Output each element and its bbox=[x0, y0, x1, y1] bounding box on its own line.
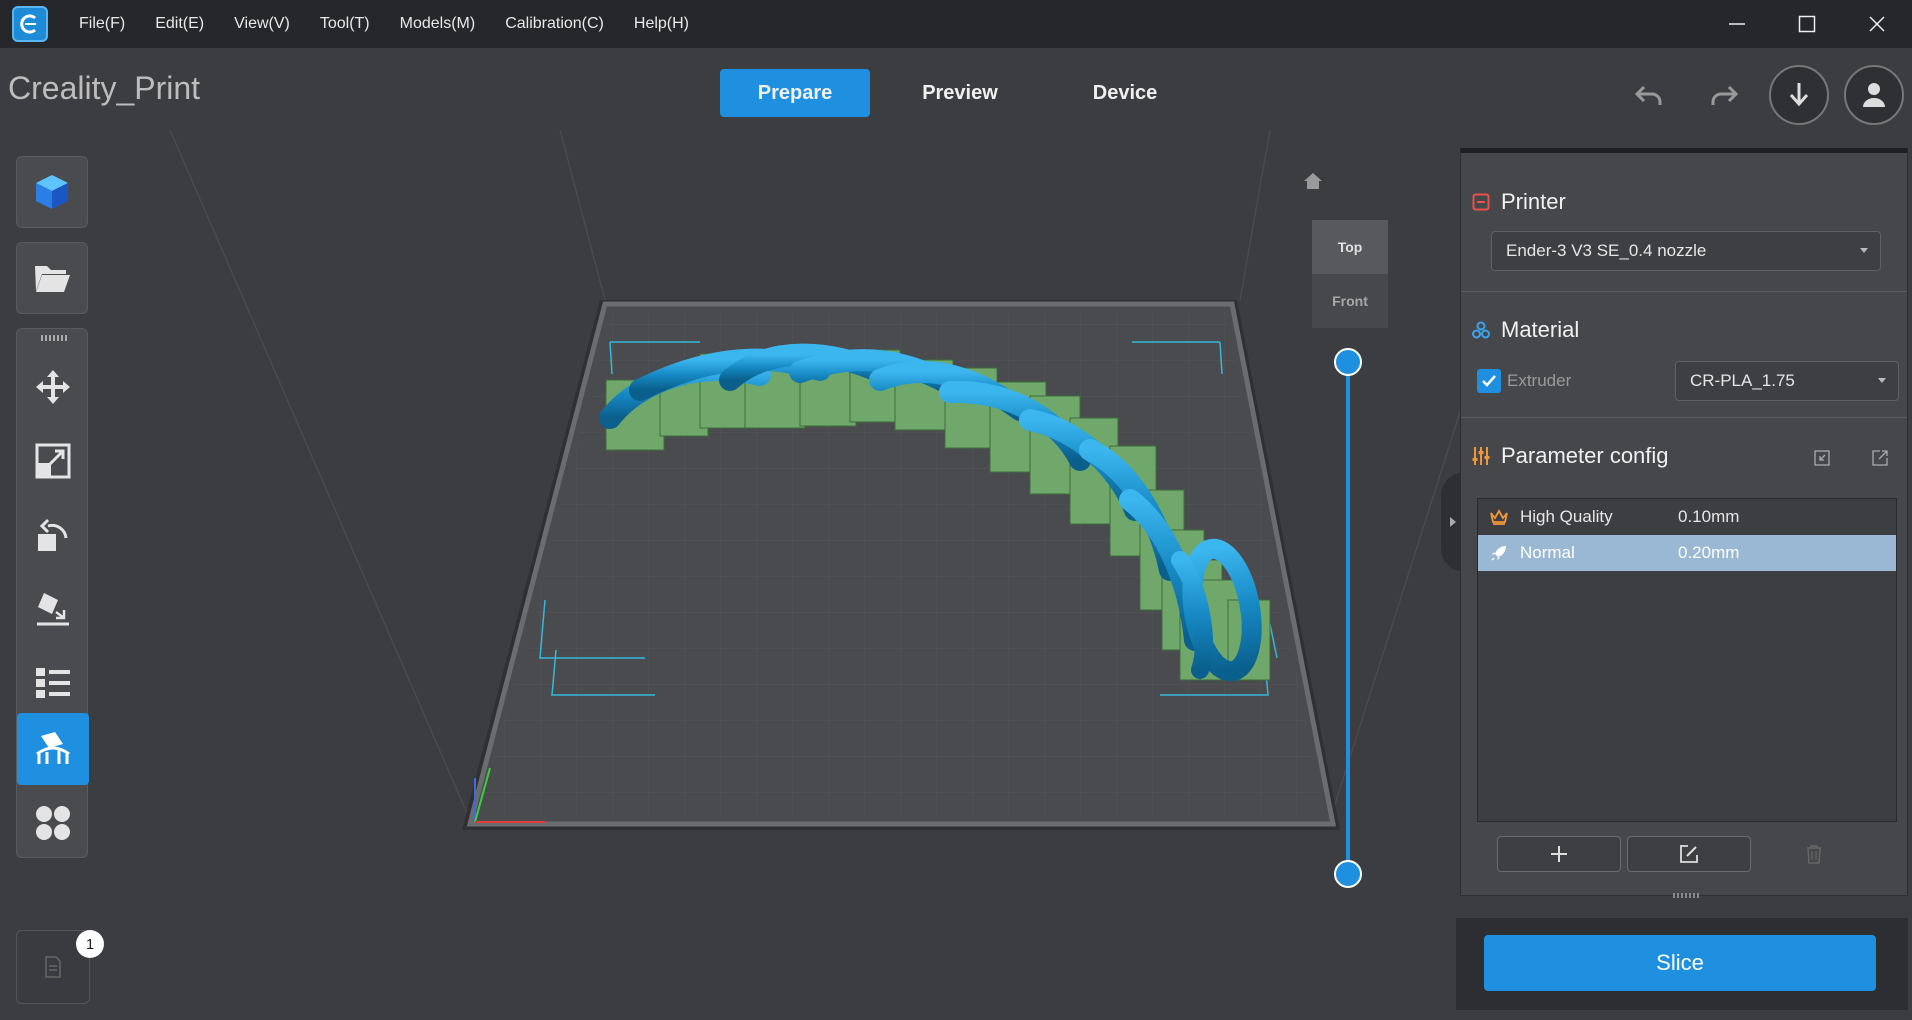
material-icon bbox=[1471, 320, 1491, 340]
maximize-icon bbox=[1798, 15, 1816, 33]
home-view-button[interactable] bbox=[1303, 172, 1323, 195]
add-profile-button[interactable] bbox=[1497, 836, 1621, 872]
menu-tool[interactable]: Tool(T) bbox=[305, 0, 385, 48]
3d-viewport[interactable] bbox=[0, 130, 1460, 1020]
download-button[interactable] bbox=[1769, 65, 1829, 125]
close-icon bbox=[1869, 16, 1885, 32]
material-section-title: Material bbox=[1471, 317, 1579, 343]
list-icon bbox=[36, 668, 70, 698]
rocket-icon bbox=[1488, 544, 1510, 562]
chevron-down-icon bbox=[1878, 378, 1886, 383]
window-controls bbox=[1702, 0, 1912, 48]
toolbar-grip[interactable] bbox=[41, 335, 67, 341]
menu-edit[interactable]: Edit(E) bbox=[140, 0, 219, 48]
close-button[interactable] bbox=[1842, 0, 1912, 48]
printer-select-value: Ender-3 V3 SE_0.4 nozzle bbox=[1506, 241, 1707, 260]
minimize-icon bbox=[1729, 23, 1745, 25]
layer-slider-track[interactable] bbox=[1346, 361, 1350, 875]
plate-count-badge: 1 bbox=[76, 930, 104, 958]
folder-icon bbox=[35, 266, 70, 292]
app-logo-icon bbox=[12, 6, 48, 42]
home-icon bbox=[1304, 173, 1322, 189]
sliders-icon bbox=[1471, 446, 1491, 466]
slice-button[interactable]: Slice bbox=[1484, 935, 1876, 991]
printer-select[interactable]: Ender-3 V3 SE_0.4 nozzle bbox=[1491, 231, 1881, 271]
chevron-right-icon bbox=[1450, 517, 1456, 527]
project-name: Creality_Print bbox=[8, 70, 201, 106]
extruder-checkbox[interactable] bbox=[1477, 369, 1501, 393]
top-actions bbox=[1604, 65, 1904, 125]
edit-toolbar bbox=[16, 328, 89, 859]
page-icon bbox=[45, 956, 61, 978]
menu-calibration[interactable]: Calibration(C) bbox=[490, 0, 619, 48]
settings-panel: Printer Ender-3 V3 SE_0.4 nozzle Materia… bbox=[1460, 148, 1908, 898]
user-icon bbox=[1863, 83, 1885, 107]
tab-preview[interactable]: Preview bbox=[885, 69, 1035, 117]
title-bar: File(F) Edit(E) View(V) Tool(T) Models(M… bbox=[0, 0, 1912, 48]
redo-icon bbox=[1711, 85, 1739, 105]
support-icon bbox=[36, 732, 70, 764]
printer-icon bbox=[1471, 192, 1491, 212]
menu-models[interactable]: Models(M) bbox=[385, 0, 491, 48]
layer-slider-top-handle[interactable] bbox=[1334, 348, 1362, 376]
menu-file[interactable]: File(F) bbox=[64, 0, 140, 48]
eraser-icon bbox=[37, 593, 69, 626]
main-tabs: Prepare Preview Device bbox=[720, 69, 1215, 117]
slice-area: Slice bbox=[1456, 918, 1908, 1010]
divider bbox=[1461, 291, 1907, 292]
scale-tool[interactable] bbox=[17, 425, 89, 497]
export-icon bbox=[1872, 450, 1888, 466]
divider bbox=[1461, 417, 1907, 418]
redo-button[interactable] bbox=[1694, 65, 1754, 125]
object-list-tool[interactable] bbox=[17, 647, 89, 719]
support-tool[interactable] bbox=[17, 713, 89, 785]
grid-icon bbox=[36, 806, 70, 840]
menu-bar: File(F) Edit(E) View(V) Tool(T) Models(M… bbox=[64, 0, 704, 48]
import-profile-button[interactable] bbox=[1811, 447, 1833, 469]
export-profile-button[interactable] bbox=[1869, 447, 1891, 469]
lay-flat-tool[interactable] bbox=[17, 573, 89, 645]
view-top-button[interactable]: Top bbox=[1312, 220, 1388, 274]
rotate-tool[interactable] bbox=[17, 499, 89, 571]
panel-resize-grip[interactable] bbox=[1673, 893, 1699, 898]
menu-view[interactable]: View(V) bbox=[219, 0, 305, 48]
material-select[interactable]: CR-PLA_1.75 bbox=[1675, 361, 1899, 401]
arrange-tool[interactable] bbox=[17, 787, 89, 859]
open-file-button[interactable] bbox=[16, 242, 88, 314]
menu-help[interactable]: Help(H) bbox=[619, 0, 704, 48]
download-icon bbox=[1789, 83, 1809, 107]
edit-profile-button[interactable] bbox=[1627, 836, 1751, 872]
chevron-down-icon bbox=[1860, 248, 1868, 253]
rotate-icon bbox=[38, 518, 68, 551]
move-icon bbox=[36, 370, 70, 404]
profile-row-high-quality[interactable]: High Quality 0.10mm bbox=[1478, 499, 1896, 535]
parameter-config-section-title: Parameter config bbox=[1471, 443, 1669, 469]
minimize-button[interactable] bbox=[1702, 0, 1772, 48]
trash-icon bbox=[1807, 845, 1821, 864]
layer-slider-bottom-handle[interactable] bbox=[1334, 860, 1362, 888]
undo-icon bbox=[1634, 85, 1662, 105]
printer-section-title: Printer bbox=[1471, 189, 1566, 215]
view-front-button[interactable]: Front bbox=[1312, 274, 1388, 328]
delete-profile-button[interactable] bbox=[1803, 843, 1825, 865]
account-button[interactable] bbox=[1844, 65, 1904, 125]
undo-button[interactable] bbox=[1619, 65, 1679, 125]
scale-icon bbox=[35, 443, 71, 479]
crown-icon bbox=[1488, 509, 1510, 525]
checkmark-icon bbox=[1482, 375, 1496, 387]
move-tool[interactable] bbox=[17, 351, 89, 423]
profile-row-normal[interactable]: Normal 0.20mm bbox=[1478, 535, 1896, 571]
plus-icon bbox=[1551, 846, 1567, 862]
add-model-button[interactable] bbox=[16, 156, 88, 228]
profile-list: High Quality 0.10mm Normal 0.20mm bbox=[1477, 498, 1897, 822]
edit-icon bbox=[1680, 845, 1698, 863]
cube-icon bbox=[36, 175, 68, 209]
material-select-value: CR-PLA_1.75 bbox=[1690, 371, 1795, 390]
import-icon bbox=[1814, 450, 1830, 466]
tab-device[interactable]: Device bbox=[1050, 69, 1200, 117]
view-cube: Top Front bbox=[1312, 220, 1388, 328]
extruder-label: Extruder bbox=[1507, 371, 1572, 390]
maximize-button[interactable] bbox=[1772, 0, 1842, 48]
tab-prepare[interactable]: Prepare bbox=[720, 69, 870, 117]
